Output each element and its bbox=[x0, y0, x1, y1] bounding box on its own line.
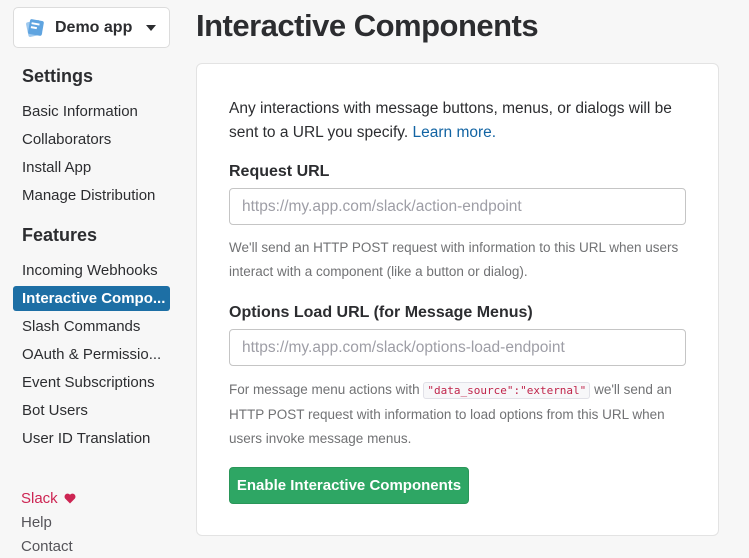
request-url-help: We'll send an HTTP POST request with inf… bbox=[229, 240, 679, 279]
request-url-label: Request URL bbox=[229, 163, 330, 180]
sidebar-item-manage-distribution[interactable]: Manage Distribution bbox=[13, 183, 170, 208]
contact-link[interactable]: Contact bbox=[21, 538, 73, 555]
features-heading: Features bbox=[22, 225, 98, 245]
settings-card: Any interactions with message buttons, m… bbox=[196, 63, 719, 536]
enable-interactive-components-button[interactable]: Enable Interactive Components bbox=[229, 467, 469, 504]
sidebar-item-collaborators[interactable]: Collaborators bbox=[13, 127, 170, 152]
app-name: Demo app bbox=[55, 18, 133, 36]
page-title: Interactive Components bbox=[196, 8, 539, 43]
sidebar-item-incoming-webhooks[interactable]: Incoming Webhooks bbox=[13, 258, 170, 283]
sidebar: Demo app Settings Basic Information Coll… bbox=[0, 0, 185, 558]
sidebar-item-event-subscriptions[interactable]: Event Subscriptions bbox=[13, 370, 170, 395]
request-url-input[interactable] bbox=[229, 188, 686, 225]
sidebar-item-basic-information[interactable]: Basic Information bbox=[13, 99, 170, 124]
learn-more-link[interactable]: Learn more. bbox=[413, 124, 497, 141]
options-load-url-input[interactable] bbox=[229, 329, 686, 366]
slack-link[interactable]: Slack bbox=[21, 490, 76, 507]
heart-icon bbox=[64, 493, 76, 504]
help-link[interactable]: Help bbox=[21, 514, 52, 531]
data-source-code: "data_source":"external" bbox=[423, 382, 591, 399]
settings-heading: Settings bbox=[22, 66, 94, 86]
chevron-down-icon bbox=[146, 25, 156, 31]
sidebar-item-bot-users[interactable]: Bot Users bbox=[13, 398, 170, 423]
options-url-label: Options Load URL (for Message Menus) bbox=[229, 304, 533, 321]
app-icon bbox=[26, 18, 44, 37]
options-url-help: For message menu actions with "data_sour… bbox=[229, 378, 699, 451]
sidebar-item-interactive-components[interactable]: Interactive Compo... bbox=[13, 286, 170, 311]
app-switcher[interactable]: Demo app bbox=[13, 7, 170, 48]
options-help-prefix: For message menu actions with bbox=[229, 382, 420, 397]
sidebar-item-user-id-translation[interactable]: User ID Translation bbox=[13, 426, 170, 451]
sidebar-item-install-app[interactable]: Install App bbox=[13, 155, 170, 180]
intro-text: Any interactions with message buttons, m… bbox=[229, 97, 699, 145]
sidebar-item-slash-commands[interactable]: Slash Commands bbox=[13, 314, 170, 339]
sidebar-item-oauth-permissions[interactable]: OAuth & Permissio... bbox=[13, 342, 170, 367]
slack-link-label: Slack bbox=[21, 490, 58, 507]
